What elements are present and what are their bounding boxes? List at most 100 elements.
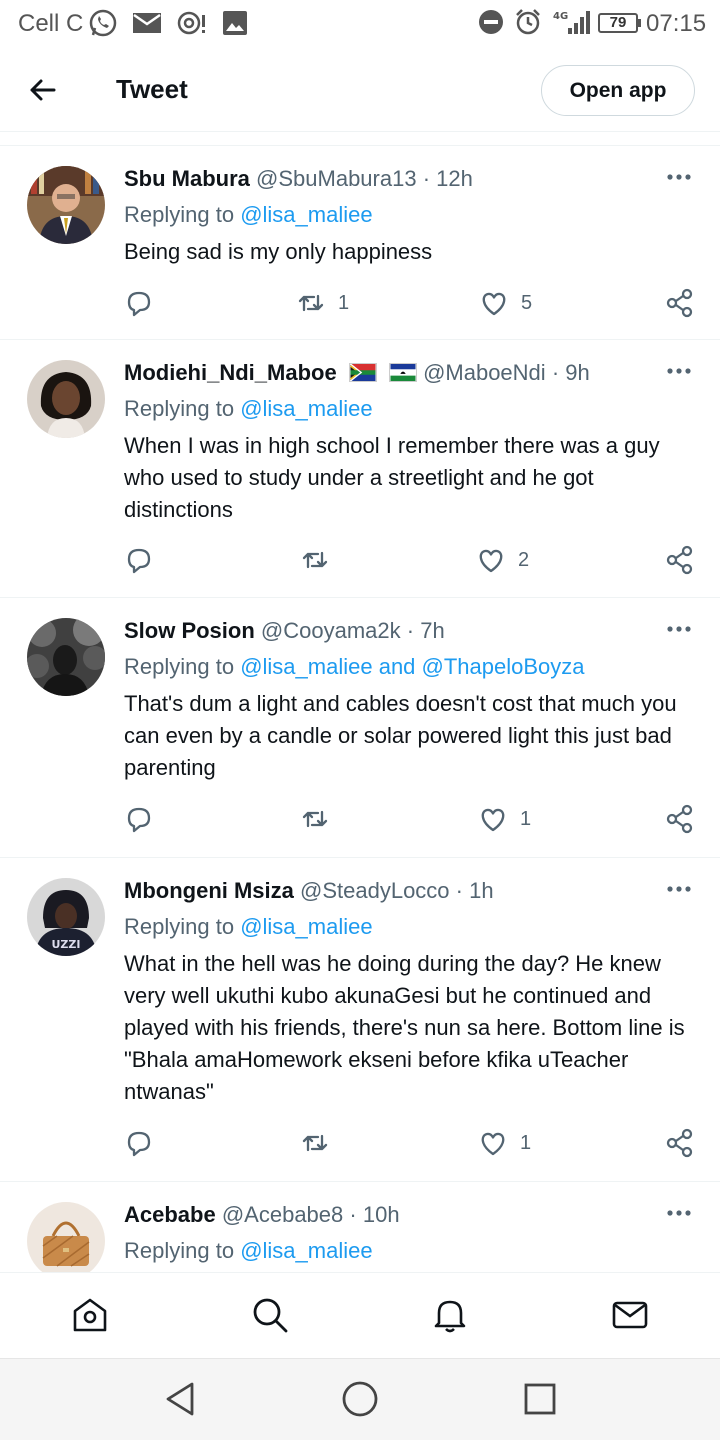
more-options-icon[interactable]	[666, 366, 692, 376]
reply-button[interactable]	[124, 802, 154, 836]
whatsapp-icon	[89, 9, 117, 37]
mention-link[interactable]: @lisa_maliee	[240, 396, 372, 421]
avatar[interactable]	[27, 360, 105, 438]
avatar[interactable]: UZZI	[27, 878, 105, 956]
heart-icon	[481, 808, 505, 832]
share-icon	[666, 288, 693, 318]
reply-tweet[interactable]: Sbu Mabura @SbuMabura13 · 12h Replying t…	[0, 146, 720, 340]
replying-to: Replying to @lisa_maliee	[124, 202, 373, 228]
avatar[interactable]	[27, 166, 105, 244]
mention-link[interactable]: @lisa_maliee	[240, 1238, 372, 1263]
tweet-header: Acebabe @Acebabe8 · 10h	[124, 1202, 400, 1228]
tweet-time[interactable]: 10h	[363, 1202, 400, 1227]
tab-home[interactable]	[70, 1295, 110, 1335]
bell-icon	[434, 1300, 466, 1333]
share-button[interactable]	[665, 802, 695, 836]
svg-text:UZZI: UZZI	[52, 938, 81, 951]
image-icon	[223, 11, 247, 35]
top-header: Tweet Open app	[0, 50, 720, 132]
tweet-actions: 1	[124, 1126, 700, 1160]
system-icons: 4G	[478, 8, 590, 36]
carrier-label: Cell C	[18, 10, 84, 37]
like-count: 1	[520, 1131, 532, 1154]
south-africa-flag-icon	[348, 363, 377, 382]
mention-link[interactable]: @lisa_maliee and @ThapeloBoyza	[240, 654, 584, 679]
more-options-icon[interactable]	[666, 624, 692, 634]
user-handle[interactable]: @Cooyama2k	[261, 618, 401, 643]
like-button[interactable]: 1	[478, 802, 531, 836]
retweet-button[interactable]	[300, 543, 342, 577]
separator-dot: ·	[551, 360, 560, 385]
retweet-icon	[302, 551, 328, 569]
display-name[interactable]: Slow Posion	[124, 618, 255, 643]
tweet-time[interactable]: 9h	[565, 360, 589, 385]
tweet-text: Being sad is my only happiness	[124, 239, 433, 264]
reply-tweet[interactable]: Modiehi_Ndi_Maboe @MaboeNdi · 9h Replyin…	[0, 340, 720, 598]
separator-dot: ·	[406, 618, 415, 643]
reply-button[interactable]	[124, 1126, 154, 1160]
tweet-time[interactable]: 7h	[420, 618, 444, 643]
display-name[interactable]: Mbongeni Msiza	[124, 878, 294, 903]
like-count: 5	[521, 291, 533, 314]
avatar-photo	[27, 618, 105, 696]
reply-icon	[127, 291, 151, 317]
like-button[interactable]: 5	[479, 286, 532, 320]
share-button[interactable]	[665, 1126, 695, 1160]
nav-recents-button[interactable]	[520, 1379, 560, 1419]
display-name[interactable]: Sbu Mabura	[124, 166, 250, 191]
replying-to: Replying to @lisa_maliee	[124, 914, 373, 940]
retweet-button[interactable]	[300, 1126, 342, 1160]
like-button[interactable]: 2	[476, 543, 529, 577]
reply-button[interactable]	[124, 286, 154, 320]
back-button[interactable]	[24, 70, 64, 110]
replying-to: Replying to @lisa_maliee	[124, 1238, 373, 1264]
tweet-time[interactable]: 12h	[436, 166, 473, 191]
replies-feed[interactable]: Sbu Mabura @SbuMabura13 · 12h Replying t…	[0, 146, 720, 1272]
avatar[interactable]	[27, 1202, 105, 1272]
tab-search[interactable]	[250, 1295, 290, 1335]
replying-label: Replying to	[124, 202, 235, 227]
more-options-icon[interactable]	[666, 1208, 692, 1218]
mention-link[interactable]: @lisa_maliee	[240, 914, 372, 939]
retweet-button[interactable]	[300, 802, 342, 836]
recents-square-icon	[524, 1383, 556, 1415]
like-button[interactable]: 1	[478, 1126, 531, 1160]
heart-icon	[479, 549, 503, 573]
avatar[interactable]	[27, 618, 105, 696]
more-options-icon[interactable]	[666, 884, 692, 894]
retweet-icon	[302, 810, 328, 828]
user-handle[interactable]: @SteadyLocco	[300, 878, 450, 903]
reply-tweet[interactable]: Acebabe @Acebabe8 · 10h Replying to @lis…	[0, 1182, 720, 1272]
mail-icon	[133, 13, 161, 33]
separator-dot: ·	[422, 166, 431, 191]
like-count: 2	[518, 548, 530, 571]
reply-tweet[interactable]: UZZI Mbongeni Msiza @SteadyLocco · 1h Re…	[0, 858, 720, 1182]
search-icon	[253, 1298, 288, 1333]
share-button[interactable]	[665, 543, 695, 577]
mail-icon	[612, 1301, 648, 1329]
nav-home-button[interactable]	[340, 1379, 380, 1419]
nav-back-button[interactable]	[160, 1379, 200, 1419]
user-handle[interactable]: @SbuMabura13	[256, 166, 417, 191]
home-circle-icon	[342, 1381, 378, 1417]
display-name[interactable]: Acebabe	[124, 1202, 216, 1227]
user-handle[interactable]: @MaboeNdi	[423, 360, 546, 385]
tweet-actions: 2	[124, 543, 700, 577]
open-app-button[interactable]: Open app	[541, 65, 695, 116]
mention-link[interactable]: @lisa_maliee	[240, 202, 372, 227]
tab-notifications[interactable]	[430, 1295, 470, 1335]
user-handle[interactable]: @Acebabe8	[222, 1202, 343, 1227]
display-name[interactable]: Modiehi_Ndi_Maboe	[124, 360, 337, 385]
reply-button[interactable]	[124, 543, 154, 577]
separator-dot: ·	[349, 1202, 357, 1227]
replying-label: Replying to	[124, 654, 235, 679]
avatar-photo	[27, 360, 105, 438]
more-options-icon[interactable]	[666, 172, 692, 182]
reply-tweet[interactable]: Slow Posion @Cooyama2k · 7h Replying to …	[0, 598, 720, 858]
tweet-time[interactable]: 1h	[469, 878, 493, 903]
home-icon	[73, 1298, 107, 1332]
share-button[interactable]	[665, 286, 695, 320]
tab-messages[interactable]	[610, 1295, 650, 1335]
lesotho-flag-icon	[388, 363, 417, 382]
retweet-button[interactable]: 1	[296, 286, 349, 320]
